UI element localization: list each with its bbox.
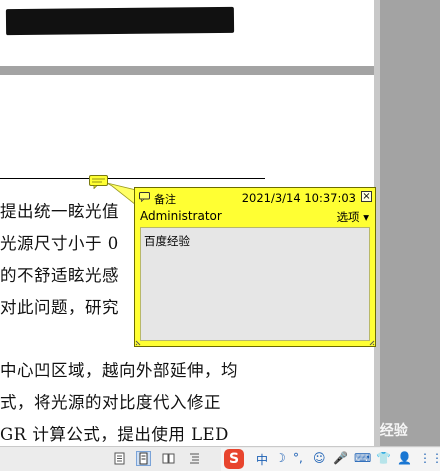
skin-shirt-icon[interactable]: 👕 [376, 451, 391, 465]
punctuation-toggle[interactable]: °, [293, 451, 303, 465]
comment-marker-icon[interactable] [89, 175, 109, 189]
comment-popup-header: 备注 2021/3/14 10:37:03 × [137, 190, 373, 206]
redaction-block [5, 6, 235, 36]
outline-view-icon[interactable] [188, 452, 201, 465]
text-line-7: GR 计算公式，提出使用 LED [0, 425, 229, 444]
document-viewport: 提出统一眩光值 光源尺寸小于 0 的不舒适眩光感 对此问题，研究 中心凹区域，越… [0, 0, 440, 471]
sogou-logo-icon[interactable]: S [224, 449, 244, 469]
comment-content: 百度经验 [144, 234, 190, 248]
comment-popup[interactable]: 备注 2021/3/14 10:37:03 × Administrator 选项… [134, 187, 376, 347]
watermark: Baidu 经验 [330, 423, 408, 439]
normal-view-icon[interactable] [113, 452, 126, 465]
comment-author: Administrator [140, 209, 222, 223]
single-page-view-icon[interactable] [136, 451, 151, 466]
emoji-icon[interactable]: ☺ [313, 451, 326, 465]
text-line-1: 提出统一眩光值 [0, 202, 119, 221]
comment-type-label: 备注 [154, 193, 176, 206]
user-account-icon[interactable]: 👤 [397, 451, 412, 465]
text-line-5: 中心凹区域，越向外部延伸，均 [0, 361, 238, 380]
two-page-view-icon[interactable] [162, 452, 175, 465]
horizontal-rule [0, 178, 265, 179]
comment-datetime: 2021/3/14 10:37:03 [241, 191, 356, 205]
keyboard-icon[interactable]: ⌨ [354, 451, 371, 465]
text-line-3: 的不舒适眩光感 [0, 266, 119, 285]
comment-text-area[interactable]: 百度经验 [140, 227, 370, 341]
half-width-moon-icon[interactable]: ☽ [275, 451, 286, 465]
text-line-6: 式，将光源的对比度代入修正 [0, 393, 221, 412]
options-menu-button[interactable]: 选项 ▾ [337, 209, 369, 225]
text-line-4: 对此问题，研究 [0, 298, 119, 317]
comment-icon [139, 192, 150, 202]
toolbox-grid-icon[interactable]: ⋮⋮ [419, 451, 440, 465]
ime-toolbar: S 中 ☽ °, ☺ 🎤 ⌨ 👕 👤 ⋮⋮ [221, 448, 440, 471]
microphone-icon[interactable]: 🎤 [333, 451, 348, 465]
document-page-previous [0, 0, 374, 66]
chinese-mode-toggle[interactable]: 中 [256, 451, 268, 468]
resize-handle-right[interactable] [367, 338, 375, 346]
close-button[interactable]: × [361, 191, 372, 202]
resize-handle-left[interactable] [135, 338, 143, 346]
text-line-2: 光源尺寸小于 0 [0, 234, 119, 253]
